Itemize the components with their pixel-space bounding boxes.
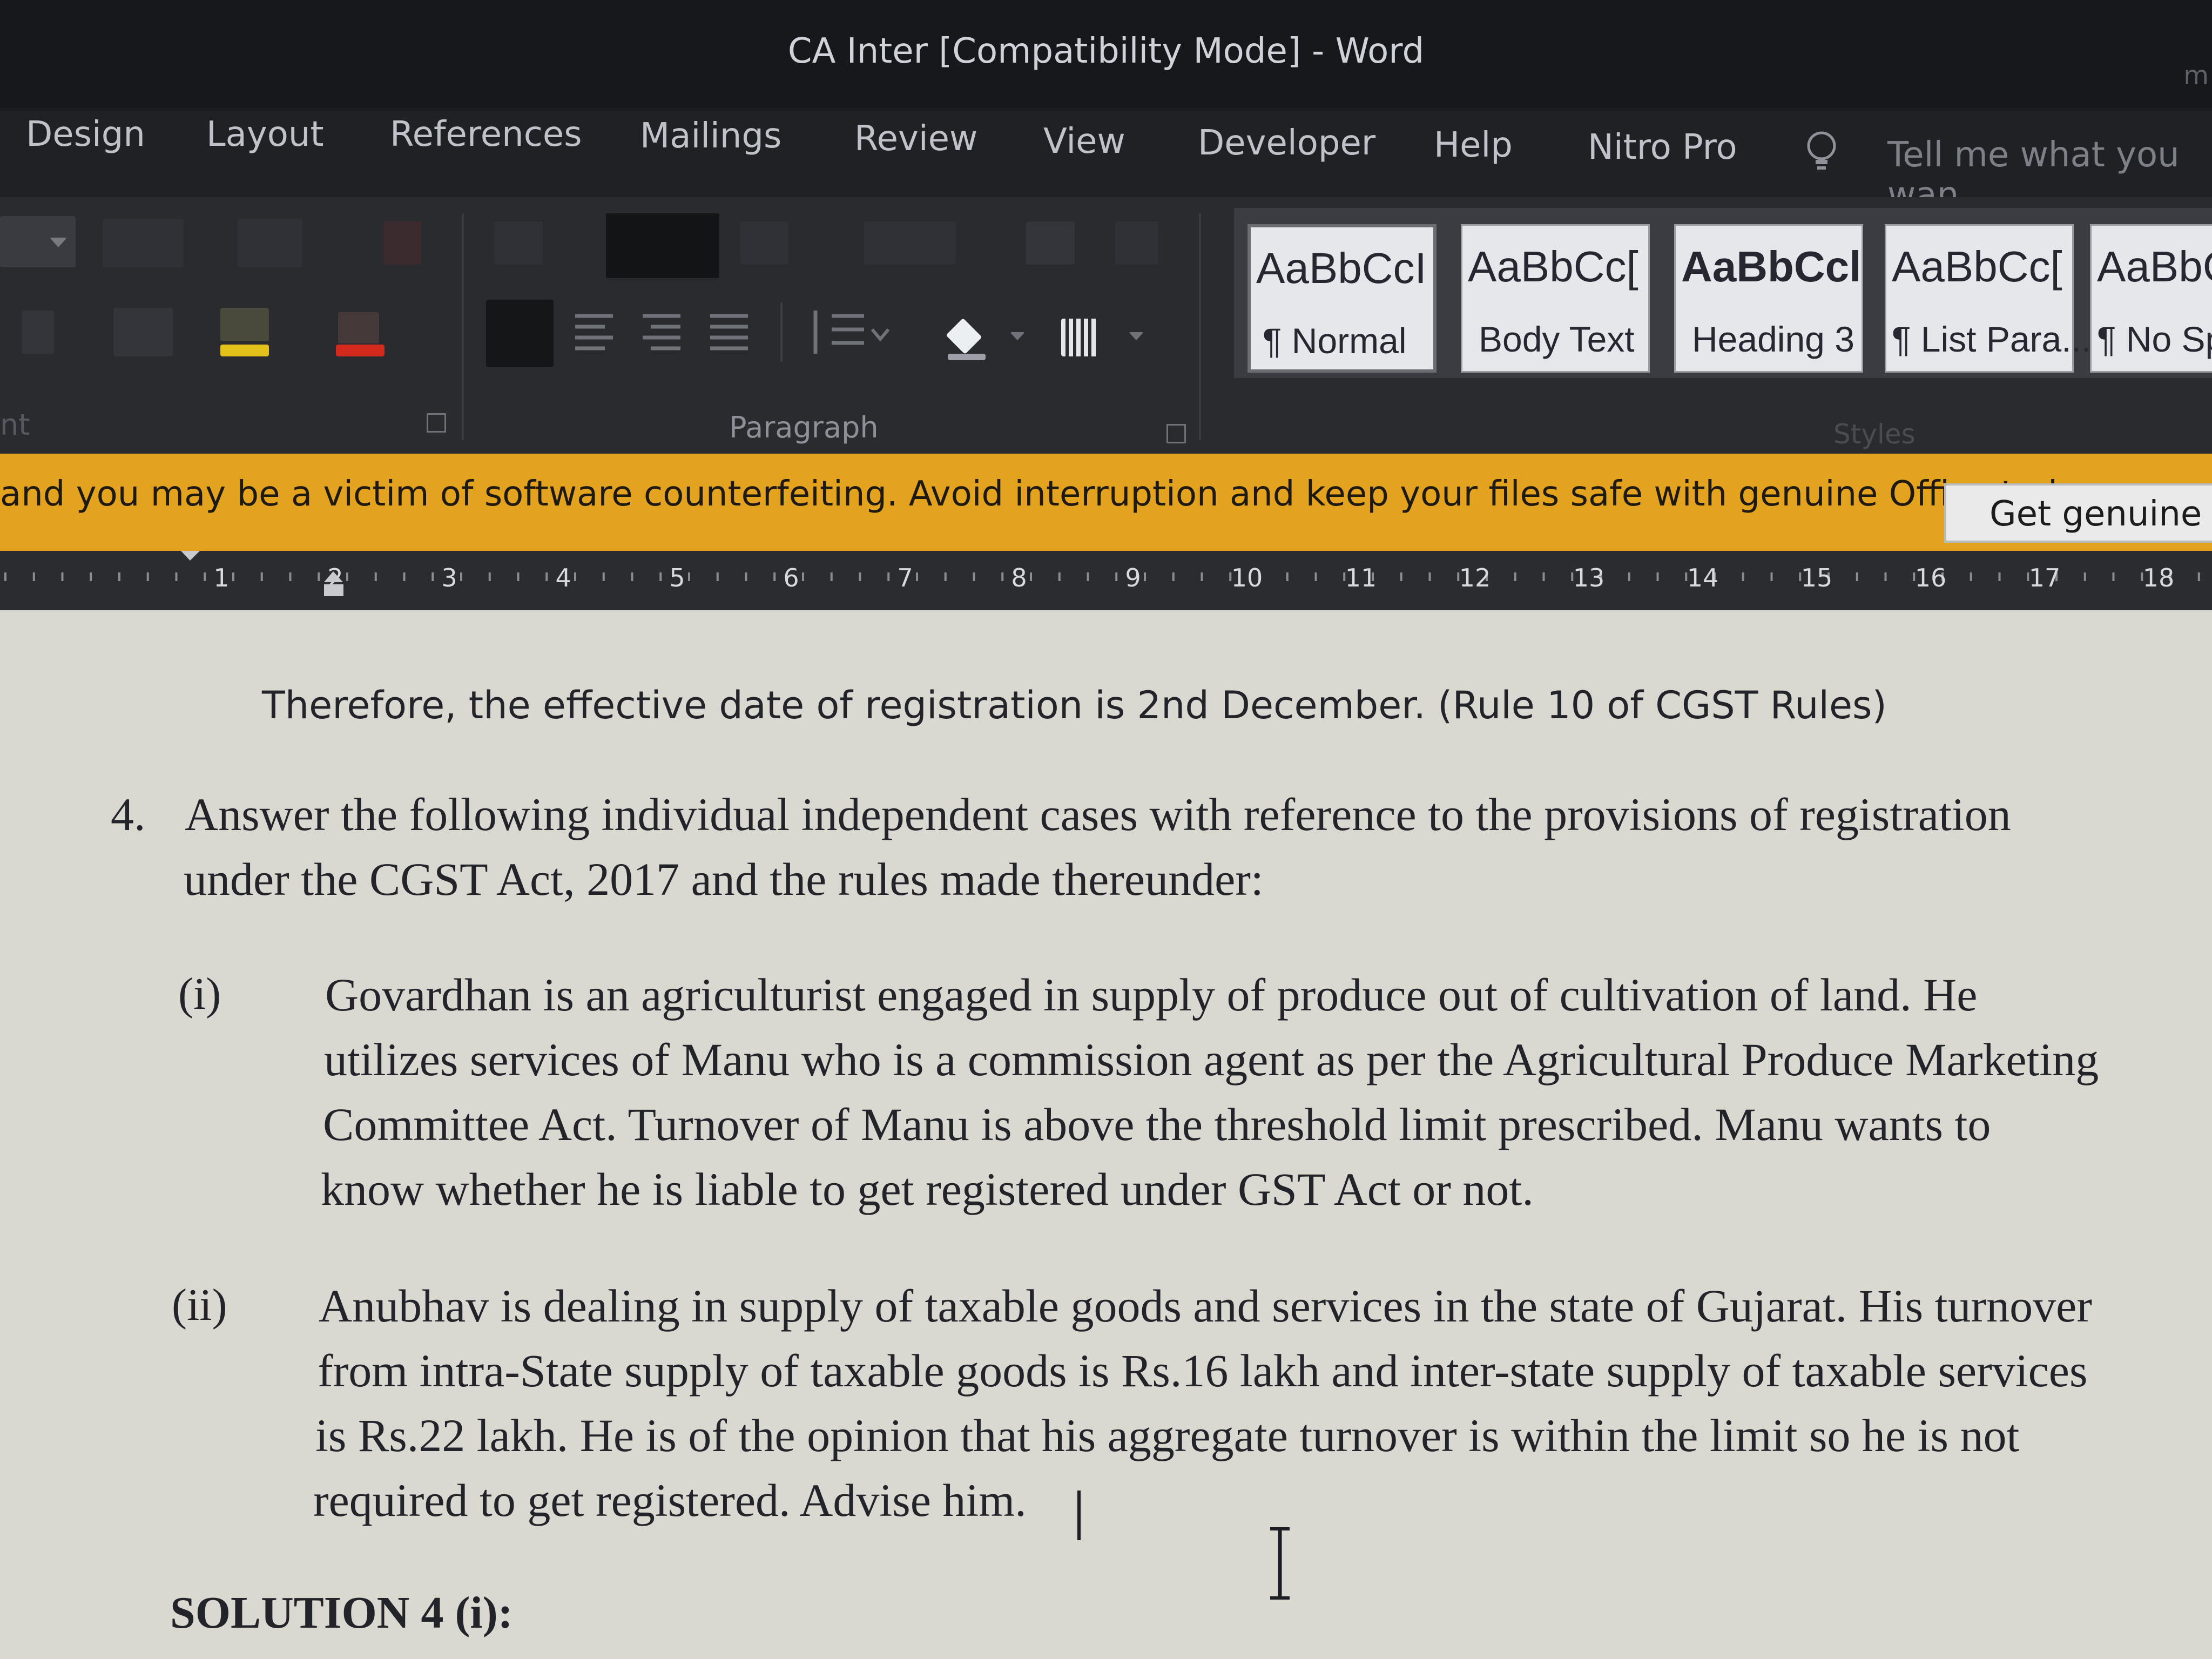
ruler-number: 18: [2143, 563, 2175, 592]
styles-group-label: Styles: [1833, 419, 1916, 450]
paragraph-previous: Therefore, the effective date of registr…: [262, 683, 1887, 727]
ruler-number: 9: [1125, 563, 1141, 592]
case-i-line-4: know whether he is liable to get registe…: [321, 1163, 1534, 1215]
ruler-number: 11: [1345, 563, 1377, 592]
tab-developer[interactable]: Developer: [1198, 123, 1375, 163]
style-name: ¶ List Para...: [1892, 319, 2092, 359]
ruler-number: 4: [555, 563, 571, 592]
question-line-1: Answer the following individual independ…: [185, 788, 2011, 840]
chevron-down-icon[interactable]: [1129, 332, 1144, 340]
style-name: Body Text: [1479, 319, 1635, 359]
question-line-2: under the CGST Act, 2017 and the rules m…: [184, 853, 1264, 905]
question-number: 4.: [111, 788, 146, 840]
show-formatting-marks-icon[interactable]: [1115, 221, 1158, 265]
ruler-markings: 123456789101112131415161718: [4, 551, 2200, 596]
style-sample: AaBbCc[: [1892, 242, 2062, 291]
get-genuine-office-label: Get genuine O: [1990, 494, 2212, 534]
style-sample: AaBbCc[: [1468, 242, 1638, 291]
alignment-icons[interactable]: [572, 311, 751, 354]
font-group-label: nt: [0, 408, 30, 442]
subscript-icon[interactable]: [22, 311, 54, 354]
style-name: ¶ No Sp: [2097, 319, 2212, 359]
sort-icon[interactable]: [1026, 221, 1075, 265]
case-i-line-1: Govardhan is an agriculturist engaged in…: [325, 969, 1978, 1021]
group-divider: [1199, 213, 1201, 440]
tab-mailings[interactable]: Mailings: [640, 116, 781, 156]
ruler-number: 15: [1801, 563, 1833, 592]
ruler-number: 13: [1573, 563, 1605, 592]
case-ii-line-1: Anubhav is dealing in supply of taxable …: [319, 1280, 2092, 1332]
align-left-icon[interactable]: [486, 300, 554, 367]
shading-color-swatch: [948, 354, 986, 360]
tab-design[interactable]: Design: [26, 114, 145, 154]
case-ii-line-3: is Rs.22 lakh. He is of the opinion that…: [315, 1410, 2020, 1461]
case-label: (ii): [172, 1280, 227, 1330]
tab-layout[interactable]: Layout: [206, 114, 324, 154]
paragraph-dialog-launcher-icon[interactable]: [1166, 424, 1186, 443]
text-effects-icon[interactable]: [113, 308, 173, 356]
font-color-letter-icon[interactable]: [338, 312, 379, 343]
case-ii-line-2: from intra-State supply of taxable goods…: [318, 1345, 2088, 1397]
style-sample: AaBbCcl: [1681, 242, 1862, 291]
style-sample: AaBbC: [2097, 242, 2212, 291]
tab-nitro-pro[interactable]: Nitro Pro: [1588, 127, 1737, 167]
style-sample: AaBbCcI: [1256, 244, 1427, 292]
tab-review[interactable]: Review: [854, 119, 977, 159]
paragraph-group-label: Paragraph: [729, 410, 879, 444]
ruler-number: 6: [783, 563, 799, 592]
clear-formatting-icon[interactable]: [383, 221, 421, 265]
case-ii-line-4: required to get registered. Advise him.: [313, 1474, 1027, 1526]
case-label: (i): [178, 969, 221, 1019]
ruler-number: 12: [1459, 563, 1491, 592]
font-color-swatch: [336, 345, 385, 356]
group-divider: [462, 213, 464, 440]
ruler-number: 14: [1687, 563, 1719, 592]
ibeam-cursor-icon: [1270, 1527, 1290, 1600]
style-list-paragraph[interactable]: AaBbCc[ ¶ List Para...: [1885, 224, 2091, 373]
title-bar-edge-glyph: m: [2183, 60, 2209, 91]
style-heading-3[interactable]: AaBbCcl Heading 3: [1674, 224, 1863, 373]
case-i-line-2: utilizes services of Manu who is a commi…: [324, 1034, 2099, 1085]
tab-help[interactable]: Help: [1434, 125, 1513, 165]
left-indent-marker[interactable]: [324, 584, 343, 596]
borders-icon[interactable]: [1061, 319, 1099, 356]
indent-icon[interactable]: [864, 221, 956, 265]
chevron-down-icon[interactable]: [1010, 332, 1025, 340]
style-body-text[interactable]: AaBbCc[ Body Text: [1461, 224, 1650, 373]
window-title: CA Inter [Compatibility Mode] - Word: [787, 31, 1425, 71]
ruler-number: 3: [441, 563, 457, 592]
case-i-line-3: Committee Act. Turnover of Manu is above…: [323, 1098, 1991, 1150]
tab-references[interactable]: References: [390, 114, 582, 154]
activation-message: and you may be a victim of software coun…: [0, 474, 2106, 514]
grow-font-icon[interactable]: [103, 219, 184, 267]
change-case-icon[interactable]: [238, 219, 302, 267]
ruler-number: 8: [1011, 563, 1027, 592]
font-dialog-launcher-icon[interactable]: [427, 413, 446, 433]
chevron-down-icon[interactable]: [50, 238, 67, 247]
ruler-number: 7: [897, 563, 913, 592]
tab-view[interactable]: View: [1043, 122, 1125, 161]
get-genuine-office-button[interactable]: Get genuine O: [1944, 483, 2212, 543]
line-spacing-icon[interactable]: [805, 308, 891, 356]
highlight-pen-icon[interactable]: [220, 308, 269, 341]
group-divider: [780, 302, 783, 362]
numbering-icon[interactable]: [606, 213, 719, 278]
ruler-number: 17: [2029, 563, 2061, 592]
highlight-color-swatch: [220, 345, 269, 356]
multilevel-list-icon[interactable]: [740, 221, 788, 265]
ruler-number: 16: [1915, 563, 1947, 592]
text-cursor: [1077, 1491, 1081, 1540]
ruler-number: 10: [1231, 563, 1263, 592]
solution-heading: SOLUTION 4 (i):: [170, 1588, 513, 1638]
style-name: ¶ Normal: [1263, 321, 1407, 361]
style-name: Heading 3: [1692, 319, 1854, 359]
style-no-spacing[interactable]: AaBbC ¶ No Sp: [2090, 224, 2212, 373]
ruler-number: 1: [213, 563, 229, 592]
first-line-indent-marker[interactable]: [181, 551, 200, 561]
style-normal[interactable]: AaBbCcI ¶ Normal: [1247, 224, 1437, 373]
ruler-number: 5: [669, 563, 685, 592]
bullets-icon[interactable]: [494, 221, 543, 265]
lightbulb-icon[interactable]: [1804, 130, 1839, 173]
